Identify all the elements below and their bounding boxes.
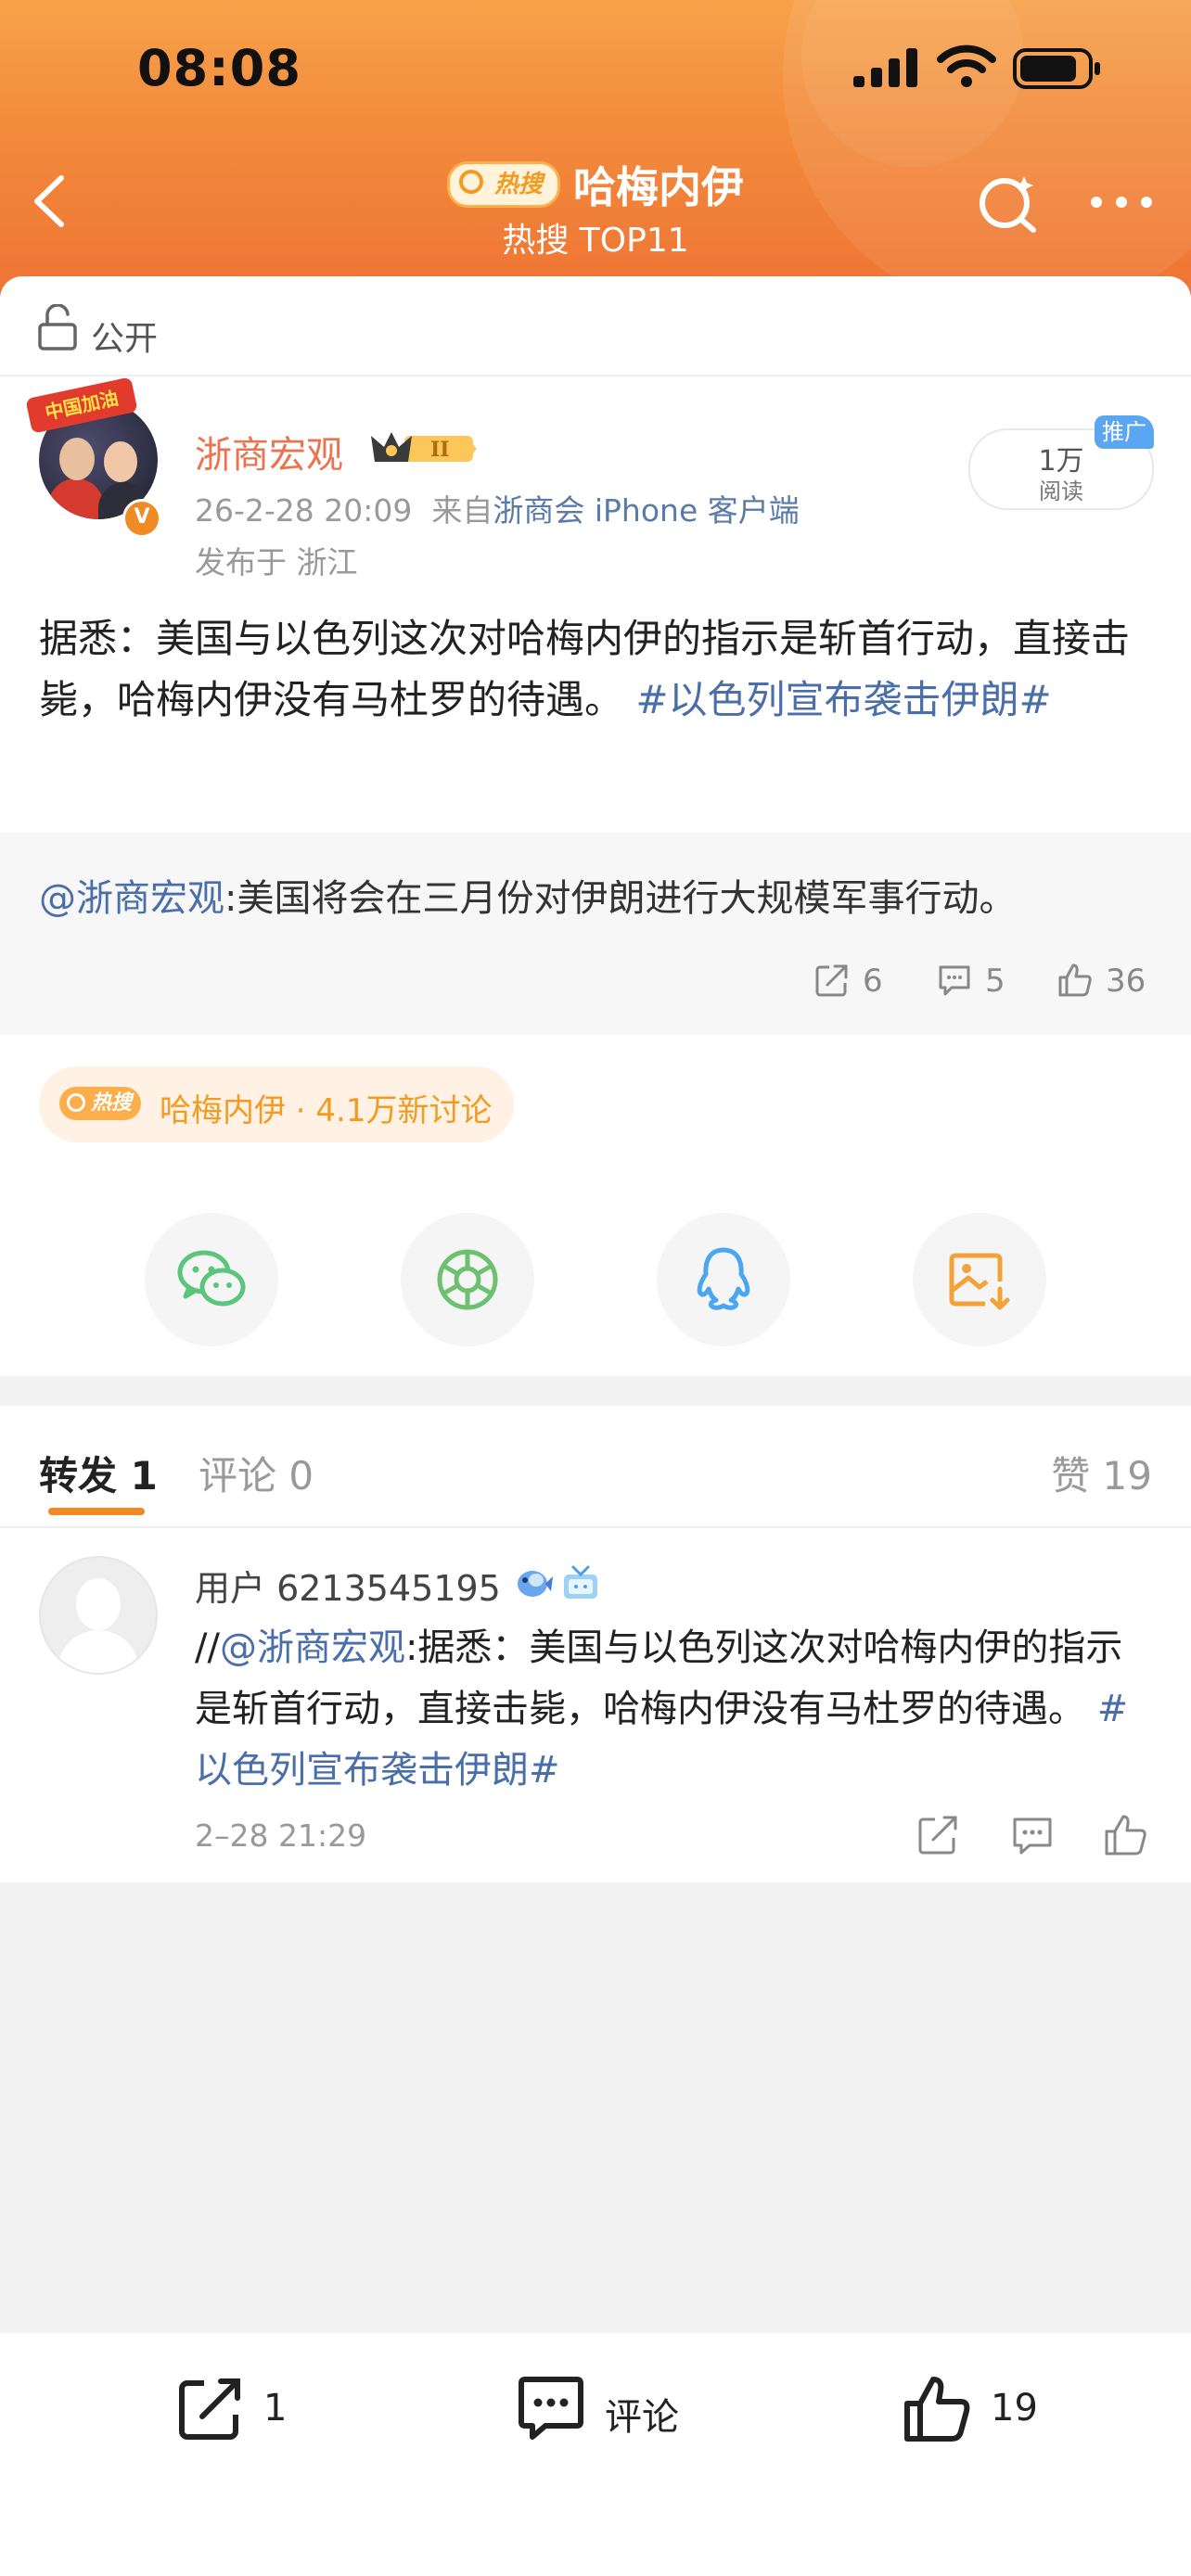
repost-icon	[179, 2378, 240, 2440]
qq-icon	[697, 1247, 750, 1310]
repost-prefix: //	[195, 1626, 220, 1669]
hot-badge-label: 热搜	[493, 171, 543, 198]
unlock-icon	[38, 304, 77, 351]
post-time: 26-2-28 20:09	[195, 492, 413, 529]
bottom-comment-button[interactable]: 评论	[516, 2374, 701, 2448]
quoted-mention[interactable]: @浙商宏观	[39, 877, 224, 920]
bottom-repost-button[interactable]: 1	[174, 2374, 295, 2448]
status-time: 08:08	[137, 39, 301, 97]
quoted-comment-count: 5	[985, 963, 1005, 1000]
search-icon	[67, 1093, 85, 1112]
avatar-figure	[104, 441, 137, 482]
views-label: 阅读	[1039, 478, 1083, 504]
battery-icon	[1013, 48, 1100, 89]
search-icon	[458, 170, 483, 194]
quoted-like-count: 36	[1106, 963, 1146, 1000]
post-meta: 26-2-28 20:09 来自浙商会 iPhone 客户端	[195, 486, 800, 530]
like-icon	[904, 2377, 970, 2442]
tab-like[interactable]: 赞 19	[1051, 1445, 1152, 1501]
quoted-text-row: @浙商宏观:美国将会在三月份对伊朗进行大规模军事行动。	[39, 868, 1016, 922]
bottom-like-button[interactable]: 19	[902, 2374, 1041, 2448]
fish-badge-icon[interactable]	[512, 1563, 553, 1600]
like-icon[interactable]	[1102, 1812, 1148, 1858]
signal-icon	[853, 48, 917, 87]
page-title[interactable]: 哈梅内伊	[573, 154, 744, 215]
comment-icon[interactable]	[1009, 1812, 1056, 1858]
hot-search-badge: 热搜	[446, 161, 560, 208]
avatar-placeholder	[76, 1578, 121, 1630]
quoted-stats: 6 5 36	[0, 957, 1191, 1003]
post-card: 公开 中国加油 V 浙商宏观 II 26-2-28 20:09 来自浙商会 iP…	[0, 276, 1191, 1376]
verified-badge: V	[122, 499, 161, 538]
hot-topic-badge: 热搜	[59, 1087, 142, 1120]
share-wechat[interactable]	[145, 1213, 278, 1346]
status-bar: 08:08	[0, 0, 1191, 139]
share-moments[interactable]	[401, 1213, 534, 1346]
tab-comment-label: 评论	[198, 1453, 277, 1498]
quoted-repost-count: 6	[863, 963, 883, 1000]
save-image-icon	[949, 1253, 1010, 1310]
source-prefix: 来自	[431, 492, 493, 529]
hot-topic-text: 哈梅内伊 · 4.1万新讨论	[160, 1092, 493, 1129]
tab-comment[interactable]: 评论 0	[198, 1445, 314, 1501]
quoted-text: :美国将会在三月份对伊朗进行大规模军事行动。	[224, 877, 1017, 920]
share-qq[interactable]	[657, 1213, 790, 1346]
tab-comment-count: 0	[288, 1453, 314, 1498]
repost-icon[interactable]	[915, 1812, 961, 1858]
like-icon	[1058, 963, 1092, 997]
interaction-tabs: 转发 1 评论 0 赞 19	[0, 1406, 1191, 1528]
hot-topic-pill[interactable]: 热搜 哈梅内伊 · 4.1万新讨论	[39, 1066, 514, 1142]
active-tab-indicator	[48, 1508, 145, 1515]
post-location: 发布于 浙江	[195, 544, 358, 580]
bottom-action-bar: 1 评论 19	[0, 2333, 1191, 2576]
quoted-post[interactable]: @浙商宏观:美国将会在三月份对伊朗进行大规模军事行动。 6 5 36	[0, 833, 1191, 1035]
tv-badge-icon[interactable]	[560, 1563, 601, 1600]
repost-icon	[815, 964, 848, 997]
more-icon[interactable]	[1089, 191, 1154, 213]
repost-username[interactable]: 用户 6213545195	[195, 1560, 501, 1611]
avatar-figure	[48, 478, 104, 519]
repost-time: 2–28 21:29	[195, 1817, 367, 1854]
comment-icon	[939, 965, 970, 996]
author-name[interactable]: 浙商宏观	[195, 425, 343, 478]
vip-crown-icon[interactable]: II	[369, 428, 479, 467]
bottom-like-count: 19	[991, 2387, 1038, 2429]
topic-link[interactable]: #以色列宣布袭击伊朗#	[635, 677, 1051, 722]
moments-icon	[437, 1249, 498, 1310]
share-save-image[interactable]	[913, 1213, 1046, 1346]
bottom-repost-count: 1	[263, 2387, 288, 2429]
search-icon[interactable]	[976, 171, 1041, 236]
tab-repost[interactable]: 转发 1	[39, 1445, 158, 1501]
header: 08:08 热搜 哈梅内伊 热搜 TOP11	[0, 0, 1191, 297]
repost-text: //@浙商宏观:据悉：美国与以色列这次对哈梅内伊的指示是斩首行动，直接击毙，哈梅…	[195, 1617, 1159, 1801]
promo-tag[interactable]: 推广	[1095, 415, 1154, 449]
level-badge-text: II	[430, 438, 450, 462]
visibility-label: 公开	[91, 320, 159, 358]
avatar-figure	[59, 438, 95, 480]
repost-item[interactable]: 用户 6213545195 //@浙商宏观:据悉：美国与以色列这次对哈梅内伊的指…	[0, 1528, 1191, 1882]
avatar-placeholder	[58, 1630, 139, 1673]
tab-repost-count: 1	[130, 1453, 158, 1498]
wechat-icon	[177, 1250, 246, 1307]
wifi-icon	[937, 45, 996, 87]
hot-topic-badge-label: 热搜	[91, 1091, 133, 1115]
tab-repost-label: 转发	[39, 1453, 118, 1498]
repost-mention[interactable]: @浙商宏观	[220, 1626, 405, 1669]
post-source[interactable]: 浙商会 iPhone 客户端	[493, 492, 799, 529]
divider	[0, 375, 1191, 376]
user-avatar[interactable]	[39, 1556, 158, 1675]
bottom-comment-label: 评论	[605, 2396, 679, 2439]
comment-icon	[519, 2377, 583, 2440]
post-body: 据悉：美国与以色列这次对哈梅内伊的指示是斩首行动，直接击毙，哈梅内伊没有马杜罗的…	[39, 608, 1152, 731]
